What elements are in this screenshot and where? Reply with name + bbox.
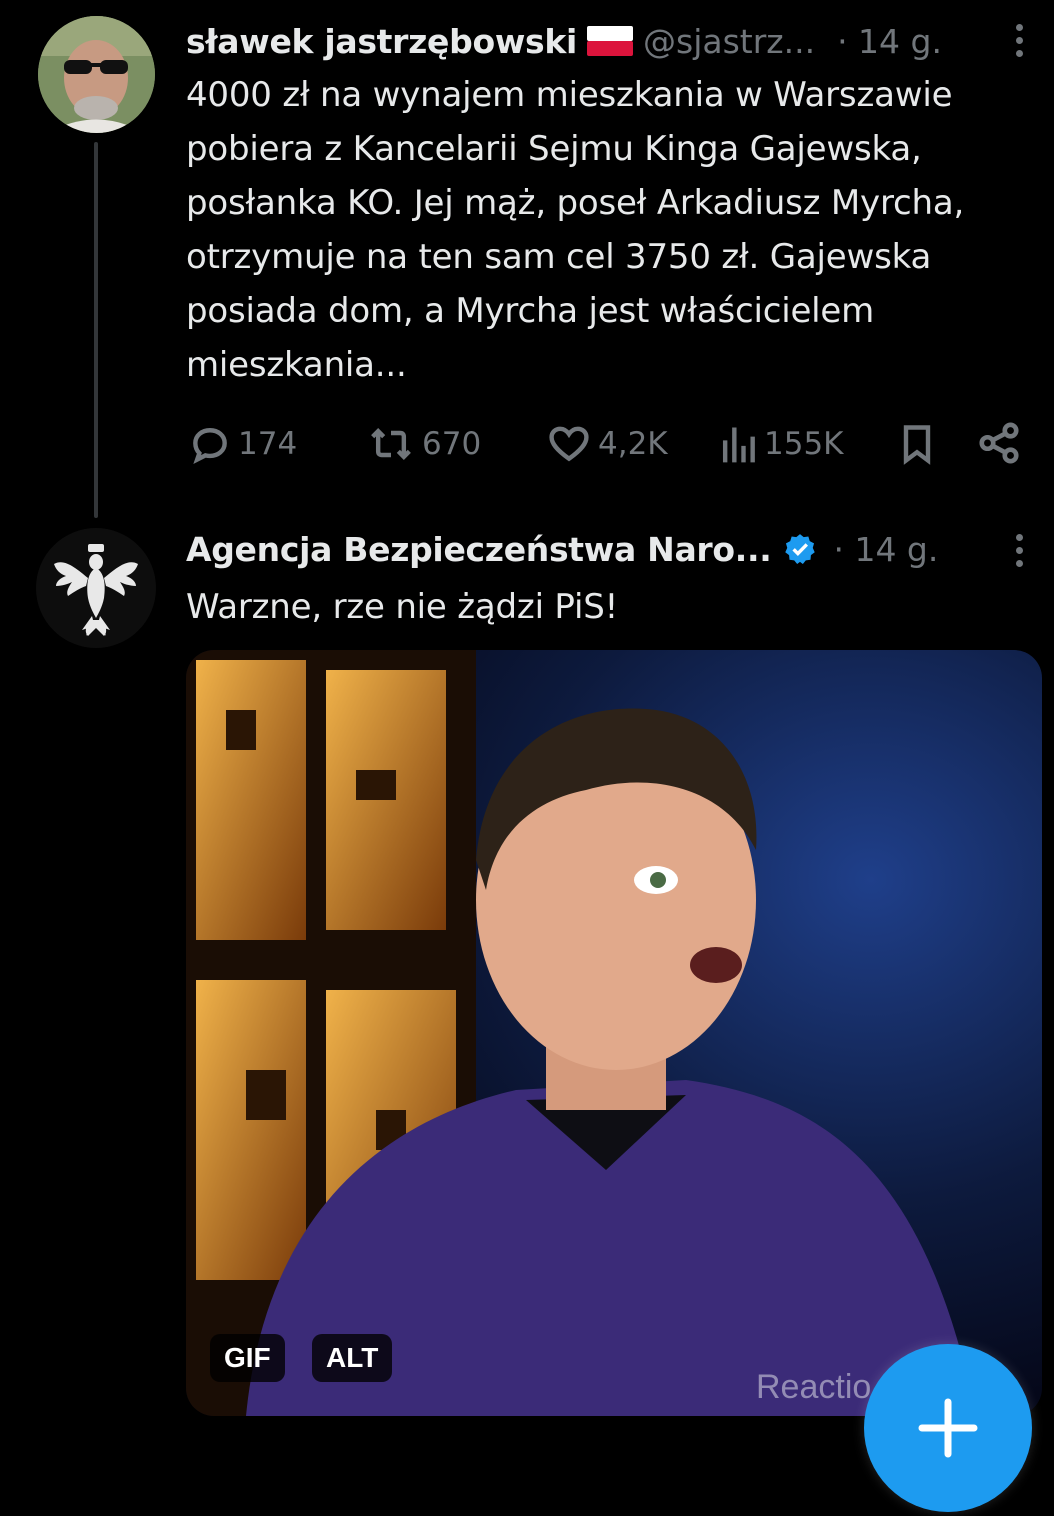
verified-badge-icon <box>785 534 816 565</box>
repost-button[interactable]: 670 <box>366 422 481 466</box>
tweet-text-line: posłanka KO. Jej mąż, poseł Arkadiusz My… <box>186 183 965 223</box>
like-button[interactable]: 4,2K <box>546 422 668 466</box>
compose-button[interactable] <box>864 1344 1032 1512</box>
timestamp[interactable]: · 14 g. <box>833 530 938 569</box>
reply-count: 174 <box>238 426 298 462</box>
views-icon <box>722 427 755 463</box>
display-name[interactable]: sławek jastrzębowski <box>186 22 577 61</box>
timestamp[interactable]: · 14 g. <box>837 22 942 61</box>
tweet-text-line: otrzymuje na ten sam cel 3750 zł. Gajews… <box>186 237 932 277</box>
white-eagle-emblem-icon <box>36 528 156 648</box>
poland-flag-icon <box>587 26 633 56</box>
gif-frame-image <box>186 650 1042 1416</box>
tweet-text: 4000 zł na wynajem mieszkania w Warszawi… <box>186 68 1046 392</box>
bookmark-icon <box>903 425 931 465</box>
tweet-text-line: pobiera z Kancelarii Sejmu Kinga Gajewsk… <box>186 129 922 169</box>
tweet-text-line: 4000 zł na wynajem mieszkania w Warszawi… <box>186 75 953 115</box>
view-count: 155K <box>764 426 844 462</box>
tweet-text-line: mieszkania... <box>186 345 407 385</box>
media-watermark: Reactio <box>756 1368 872 1406</box>
more-options-icon[interactable] <box>1014 24 1024 57</box>
repost-count: 670 <box>422 426 482 462</box>
heart-icon <box>549 426 589 462</box>
avatar-image <box>38 16 155 133</box>
like-count: 4,2K <box>598 426 668 462</box>
gif-badge: GIF <box>210 1334 285 1382</box>
tweet-1[interactable]: sławek jastrzębowski @sjastrz... · 14 g.… <box>0 0 1054 520</box>
share-button[interactable] <box>976 420 1022 466</box>
more-options-icon[interactable] <box>1014 534 1024 567</box>
plus-icon <box>918 1398 978 1458</box>
thread-connector-line <box>94 142 98 518</box>
alt-text-button[interactable]: ALT <box>312 1334 393 1382</box>
display-name[interactable]: Agencja Bezpieczeństwa Naro... <box>186 530 772 569</box>
reply-button[interactable]: 174 <box>188 422 297 466</box>
views-button[interactable]: 155K <box>718 422 844 466</box>
avatar-abw[interactable] <box>36 528 156 648</box>
tweet-text: Warzne, rze nie żądzi PiS! <box>186 587 619 627</box>
repost-icon <box>371 428 411 460</box>
tweet-text-line: posiada dom, a Myrcha jest właścicielem <box>186 291 875 331</box>
avatar-sjastrz[interactable] <box>38 16 155 133</box>
share-icon <box>979 422 1019 464</box>
bookmark-button[interactable] <box>896 422 938 466</box>
user-handle[interactable]: @sjastrz... <box>643 22 815 61</box>
tweet-2[interactable]: Agencja Bezpieczeństwa Naro... · 14 g. W… <box>0 520 1054 1455</box>
reply-icon <box>193 428 227 465</box>
gif-media[interactable]: GIF ALT Reactio <box>186 650 1042 1416</box>
